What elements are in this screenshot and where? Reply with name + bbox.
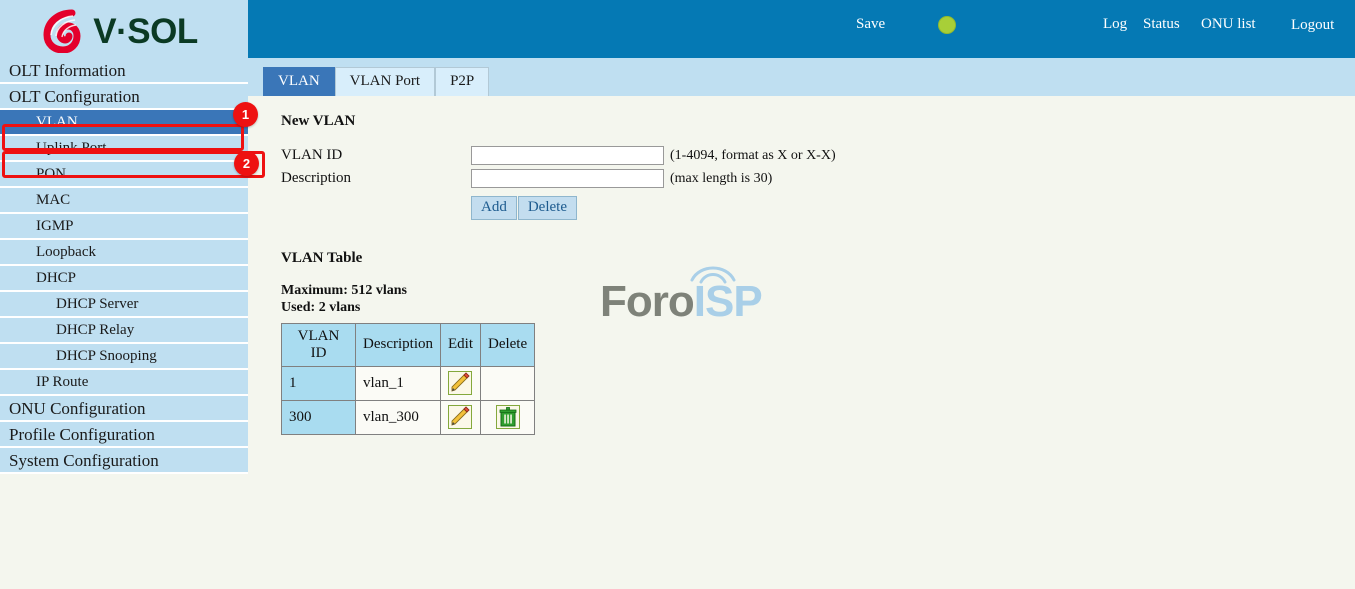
tab-vlan[interactable]: VLAN [263,67,335,96]
header-link-status[interactable]: Status [1143,17,1180,32]
column-header-vlan-id: VLAN ID [281,322,356,367]
tab-bar: VLAN VLAN Port P2P [248,58,1355,96]
vsol-swirl-logo-icon [43,9,81,53]
sidebar-item-uplink-port[interactable]: Uplink Port [0,136,248,162]
pencil-edit-icon[interactable] [448,405,473,429]
vlan-maximum-text: Maximum: 512 vlans [281,282,407,298]
vlan-id-input[interactable] [471,146,664,165]
pencil-edit-icon[interactable] [448,371,473,395]
brand-name: V·SOL [93,11,198,51]
form-button-row: Add Delete [471,196,1355,220]
description-hint: (max length is 30) [670,170,773,186]
top-strip: V·SOL Save Log Status ONU list Logout [0,0,1355,58]
tab-vlan-port[interactable]: VLAN Port [334,67,436,96]
header-link-onu-list[interactable]: ONU list [1201,17,1256,32]
table-header-row: VLAN ID Description Edit Delete [281,322,536,367]
sidebar-item-system-configuration[interactable]: System Configuration [0,448,248,474]
new-vlan-title: New VLAN [281,113,356,129]
description-input[interactable] [471,169,664,188]
logo-area: V·SOL [0,0,248,58]
sidebar-item-mac[interactable]: MAC [0,188,248,214]
vlan-id-label: VLAN ID [281,147,343,163]
header-save-button[interactable]: Save [856,17,885,32]
sidebar-item-dhcp-relay[interactable]: DHCP Relay [0,318,248,344]
cell-edit [439,365,481,401]
sidebar-item-vlan[interactable]: VLAN [0,110,248,136]
vlan-table: VLAN ID Description Edit Delete 1 vlan_1 [281,322,536,435]
sidebar-item-onu-configuration[interactable]: ONU Configuration [0,396,248,422]
description-row: Description (max length is 30) [281,169,1355,188]
tab-p2p[interactable]: P2P [435,67,490,96]
column-header-edit: Edit [439,322,481,367]
cell-description: vlan_300 [355,399,441,435]
header-link-logout[interactable]: Logout [1291,18,1334,33]
column-header-description: Description [355,322,441,367]
vlan-used-text: Used: 2 vlans [281,300,361,315]
sidebar-item-dhcp-snooping[interactable]: DHCP Snooping [0,344,248,370]
header-link-log[interactable]: Log [1103,17,1127,32]
vlan-id-row: VLAN ID (1-4094, format as X or X-X) [281,146,1355,165]
cell-vlan-id: 1 [281,365,356,401]
sidebar-item-profile-configuration[interactable]: Profile Configuration [0,422,248,448]
cell-vlan-id: 300 [281,399,356,435]
sidebar-item-ip-route[interactable]: IP Route [0,370,248,396]
sidebar-item-loopback[interactable]: Loopback [0,240,248,266]
description-label: Description [281,170,351,186]
cell-delete [479,399,536,435]
main-content: VLAN VLAN Port P2P New VLAN VLAN ID (1-4… [248,58,1355,589]
sidebar-item-igmp[interactable]: IGMP [0,214,248,240]
add-button[interactable]: Add [471,196,517,220]
save-status-indicator [938,16,956,34]
sidebar-item-pon[interactable]: PON [0,162,248,188]
vlan-id-hint: (1-4094, format as X or X-X) [670,147,836,163]
sidebar-navigation: OLT Information OLT Configuration VLAN U… [0,58,248,474]
delete-button[interactable]: Delete [517,196,577,220]
vlan-table-title: VLAN Table [281,249,363,266]
table-row: 300 vlan_300 [281,399,536,435]
sidebar-item-dhcp[interactable]: DHCP [0,266,248,292]
column-header-delete: Delete [479,322,536,367]
trash-delete-icon[interactable] [495,405,520,429]
cell-description: vlan_1 [355,365,441,401]
sidebar-item-dhcp-server[interactable]: DHCP Server [0,292,248,318]
cell-delete-empty [479,365,536,401]
header-bar: Save Log Status ONU list Logout [248,0,1355,58]
sidebar-item-olt-configuration[interactable]: OLT Configuration [0,84,248,110]
cell-edit [439,399,481,435]
table-row: 1 vlan_1 [281,365,536,401]
sidebar-item-olt-information[interactable]: OLT Information [0,58,248,84]
